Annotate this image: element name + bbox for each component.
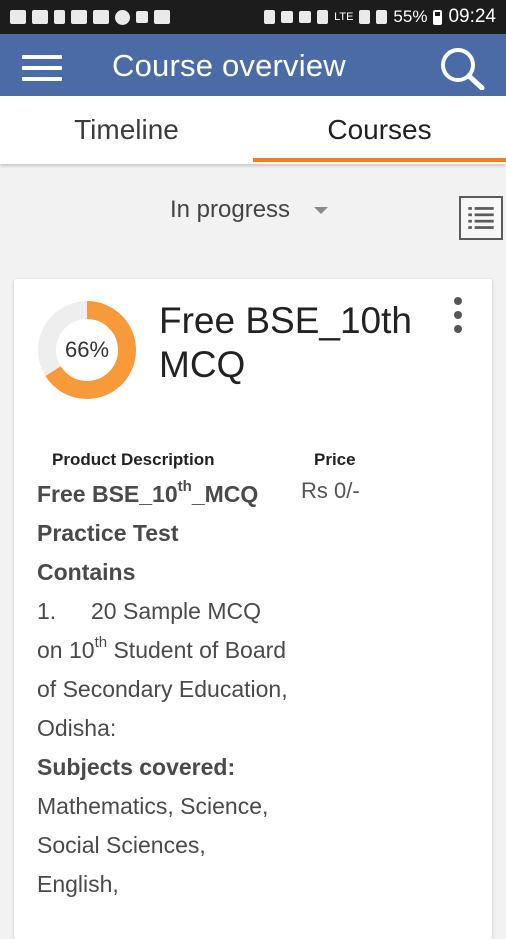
- more-options-icon[interactable]: [450, 295, 466, 339]
- person-icon: [54, 10, 65, 24]
- youtube-icon: [71, 10, 87, 24]
- system-icons: LTE 55% 09:24: [264, 6, 496, 28]
- volte2-icon: [299, 11, 312, 23]
- network-type: LTE: [334, 11, 354, 23]
- mail-icon: [93, 10, 109, 24]
- description-header: Product Description: [52, 450, 215, 469]
- description-line: Free BSE_10th_MCQ: [37, 475, 292, 514]
- clock: 09:24: [448, 6, 496, 27]
- mute-icon: [264, 10, 276, 24]
- volte-icon: [281, 11, 294, 23]
- price-header: Price: [314, 450, 356, 469]
- image-icon: [32, 10, 48, 24]
- message-icon: [10, 10, 26, 24]
- course-title[interactable]: Free BSE_10th MCQ: [159, 299, 439, 387]
- signal-icon: [359, 10, 371, 24]
- item-number: 1.: [37, 598, 57, 624]
- whatsapp-icon: [115, 9, 130, 25]
- superscript: th: [177, 478, 192, 496]
- tab-indicator: [253, 158, 506, 162]
- description-text: _MCQ: [191, 481, 259, 507]
- page-title: Course overview: [112, 48, 346, 83]
- progress-percent: 66%: [64, 337, 110, 362]
- tab-courses[interactable]: Courses: [253, 96, 506, 164]
- product-description: Free BSE_10th_MCQ Practice Test Contains…: [37, 475, 292, 904]
- subjects-heading: Subjects covered:: [37, 754, 236, 780]
- description-item: 1. 20 Sample MCQ on 10th Student of Board…: [37, 592, 292, 748]
- hamburger-icon[interactable]: [22, 55, 62, 81]
- notification-icons: [10, 9, 170, 25]
- gallery-icon: [154, 10, 170, 24]
- description-text: Free BSE_10: [37, 481, 178, 507]
- description-line: Contains: [37, 559, 136, 585]
- battery-icon: [433, 9, 443, 25]
- status-bar: LTE 55% 09:24: [0, 0, 506, 34]
- superscript: th: [94, 634, 108, 652]
- app-bar: Course overview: [0, 34, 506, 96]
- price-value: Rs 0/-: [301, 478, 360, 503]
- app-icon: [136, 11, 148, 23]
- progress-filter-dropdown[interactable]: In progress: [170, 196, 329, 224]
- filter-selected-value: In progress: [170, 196, 291, 223]
- description-line: Practice Test: [37, 520, 179, 546]
- caret-down-icon: [314, 206, 329, 214]
- tab-bar: Timeline Courses: [0, 96, 506, 164]
- tab-timeline[interactable]: Timeline: [0, 96, 253, 164]
- subjects-list: Mathematics, Science, Social Sciences, E…: [37, 793, 269, 897]
- alarm-icon: [317, 10, 329, 24]
- list-view-icon[interactable]: [459, 196, 503, 240]
- search-icon[interactable]: [436, 46, 488, 90]
- signal2-icon: [376, 10, 388, 24]
- battery-percent: 55%: [393, 7, 428, 26]
- course-card[interactable]: 66% Free BSE_10th MCQ Product Descriptio…: [14, 279, 492, 939]
